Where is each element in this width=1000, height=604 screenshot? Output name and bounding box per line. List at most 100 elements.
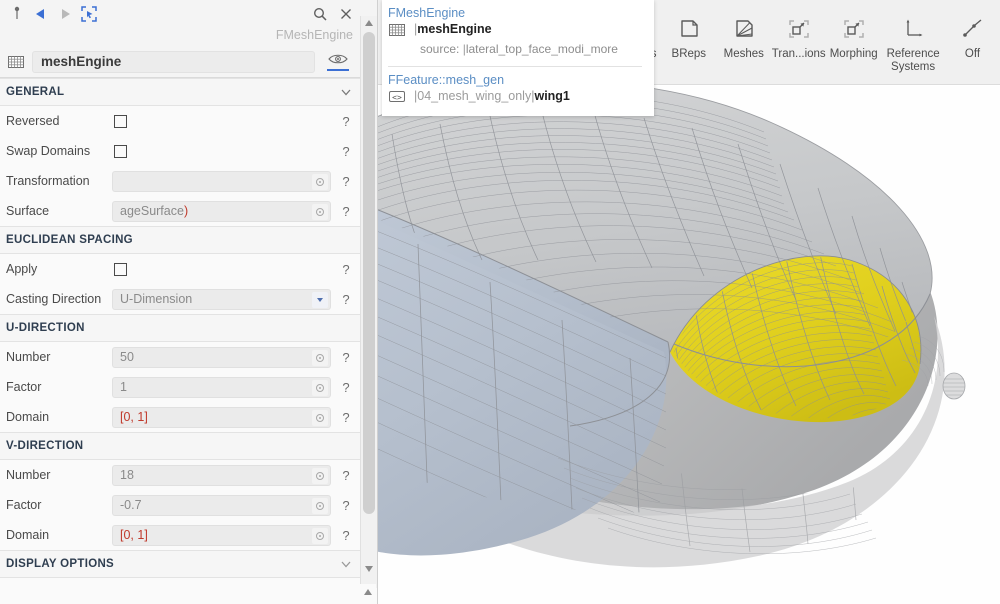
reversed-checkbox[interactable] [114, 114, 127, 128]
ribbon-label: Tran...ions [771, 48, 826, 60]
chevron-down-icon [317, 297, 323, 302]
surface-options-button[interactable] [312, 203, 328, 220]
u-factor-options-button[interactable] [312, 379, 328, 396]
casting-direction-dropdown-button[interactable] [312, 291, 328, 308]
v-domain-input[interactable]: [0, 1] [112, 524, 331, 546]
section-label: GENERAL [6, 86, 65, 98]
close-icon[interactable] [335, 3, 357, 25]
transformation-options-button[interactable] [312, 173, 328, 190]
u-number-options-button[interactable] [312, 349, 328, 366]
property-row-reversed: Reversed ? [0, 106, 377, 136]
surface-input[interactable]: ageSurface) [112, 200, 331, 222]
chevron-down-icon [339, 85, 353, 99]
help-icon[interactable]: ? [335, 498, 357, 513]
help-icon[interactable]: ? [335, 262, 357, 277]
info-feature-name: wing1 [534, 89, 570, 103]
section-header-general[interactable]: GENERAL [0, 78, 377, 106]
gear-icon [316, 531, 324, 540]
info-source-label: source: [420, 42, 460, 56]
scroll-up-arrow-icon[interactable] [361, 16, 377, 30]
gear-icon [316, 413, 324, 422]
back-arrow-icon[interactable] [30, 3, 52, 25]
pin-icon[interactable] [6, 3, 28, 25]
u-domain-value: [0, 1] [120, 410, 148, 424]
ribbon-button-morphing[interactable]: Morphing [826, 0, 881, 85]
entity-name-input[interactable]: meshEngine [32, 50, 315, 73]
offset-icon [961, 14, 985, 44]
scroll-bottom-up-arrow-icon[interactable] [360, 584, 376, 600]
code-brackets-icon: <> [388, 89, 414, 104]
section-header-v-direction[interactable]: V-DIRECTION [0, 432, 377, 460]
transformation-input[interactable] [112, 170, 331, 192]
v-factor-input[interactable]: -0.7 [112, 494, 331, 516]
chevron-down-icon [339, 557, 353, 571]
panel-vertical-scrollbar[interactable] [360, 16, 377, 588]
gear-icon [316, 501, 324, 510]
panel-navigation-bar [0, 0, 377, 28]
surface-value-paren: ) [183, 204, 189, 218]
application-window: FMeshEngine meshEngine GENERAL Reversed … [0, 0, 1000, 604]
ribbon-label: Meshes [723, 48, 764, 60]
property-label: Transformation [6, 174, 90, 188]
ribbon-button-reference-systems[interactable]: Reference Systems [881, 0, 945, 85]
surface-value-plain: ageSurface [120, 204, 184, 218]
scrollbar-thumb[interactable] [363, 32, 375, 514]
help-icon[interactable]: ? [335, 114, 357, 129]
help-icon[interactable]: ? [335, 410, 357, 425]
v-number-options-button[interactable] [312, 467, 328, 484]
casting-direction-select[interactable]: U-Dimension [112, 288, 331, 310]
ribbon-button-breps[interactable]: BReps [661, 0, 716, 85]
v-domain-options-button[interactable] [312, 527, 328, 544]
info-feature-path: |04_mesh_wing_only| [414, 89, 535, 103]
u-domain-options-button[interactable] [312, 409, 328, 426]
forward-arrow-icon[interactable] [54, 3, 76, 25]
apply-checkbox[interactable] [114, 262, 127, 276]
swap-domains-checkbox[interactable] [114, 144, 127, 158]
ribbon-label: Off [964, 48, 981, 60]
u-factor-input[interactable]: 1 [112, 376, 331, 398]
3d-mesh-viewport[interactable] [378, 86, 1000, 604]
property-label: Domain [6, 410, 50, 424]
section-label: DISPLAY OPTIONS [6, 558, 115, 570]
section-label: U-DIRECTION [6, 322, 85, 334]
mesh-render [378, 86, 1000, 604]
info-entry-feature: FFeature::mesh_gen <> |04_mesh_wing_only… [388, 73, 646, 108]
scroll-down-arrow-icon[interactable] [361, 562, 377, 576]
section-header-euclidean-spacing[interactable]: EUCLIDEAN SPACING [0, 226, 377, 254]
mesh-grid-icon [388, 22, 414, 38]
ribbon-label: Morphing [829, 48, 878, 60]
property-label: Apply [6, 262, 38, 276]
u-number-input[interactable]: 50 [112, 346, 331, 368]
help-icon[interactable]: ? [335, 292, 357, 307]
u-domain-input[interactable]: [0, 1] [112, 406, 331, 428]
panel-navbar-right-controls [305, 0, 357, 28]
section-header-u-direction[interactable]: U-DIRECTION [0, 314, 377, 342]
gear-icon [316, 353, 324, 362]
panel-type-subtitle: FMeshEngine [0, 28, 377, 46]
focus-target-icon[interactable] [78, 3, 100, 25]
property-label: Domain [6, 528, 50, 542]
help-icon[interactable]: ? [335, 528, 357, 543]
help-icon[interactable]: ? [335, 468, 357, 483]
help-icon[interactable]: ? [335, 144, 357, 159]
visibility-eye-icon [328, 54, 348, 64]
help-icon[interactable]: ? [335, 380, 357, 395]
v-number-input[interactable]: 18 [112, 464, 331, 486]
help-icon[interactable]: ? [335, 204, 357, 219]
help-icon[interactable]: ? [335, 350, 357, 365]
search-icon[interactable] [309, 3, 331, 25]
v-factor-options-button[interactable] [312, 497, 328, 514]
mesh-grid-icon [6, 52, 26, 72]
svg-text:<>: <> [392, 93, 402, 102]
entity-name-value: meshEngine [41, 54, 122, 69]
property-row-u-factor: Factor 1 ? [0, 372, 377, 402]
section-header-display-options[interactable]: DISPLAY OPTIONS [0, 550, 377, 578]
ribbon-button-meshes[interactable]: Meshes [716, 0, 771, 85]
ribbon-label: Reference Systems [886, 48, 940, 73]
ribbon-button-transformations[interactable]: Tran...ions [771, 0, 826, 85]
info-entry-type: FFeature::mesh_gen [388, 73, 505, 87]
entity-info-popup: FMeshEngine |meshEngine source: |lateral… [382, 0, 654, 116]
ribbon-button-offset[interactable]: Off [945, 0, 1000, 85]
visibility-toggle[interactable] [323, 52, 353, 71]
help-icon[interactable]: ? [335, 174, 357, 189]
